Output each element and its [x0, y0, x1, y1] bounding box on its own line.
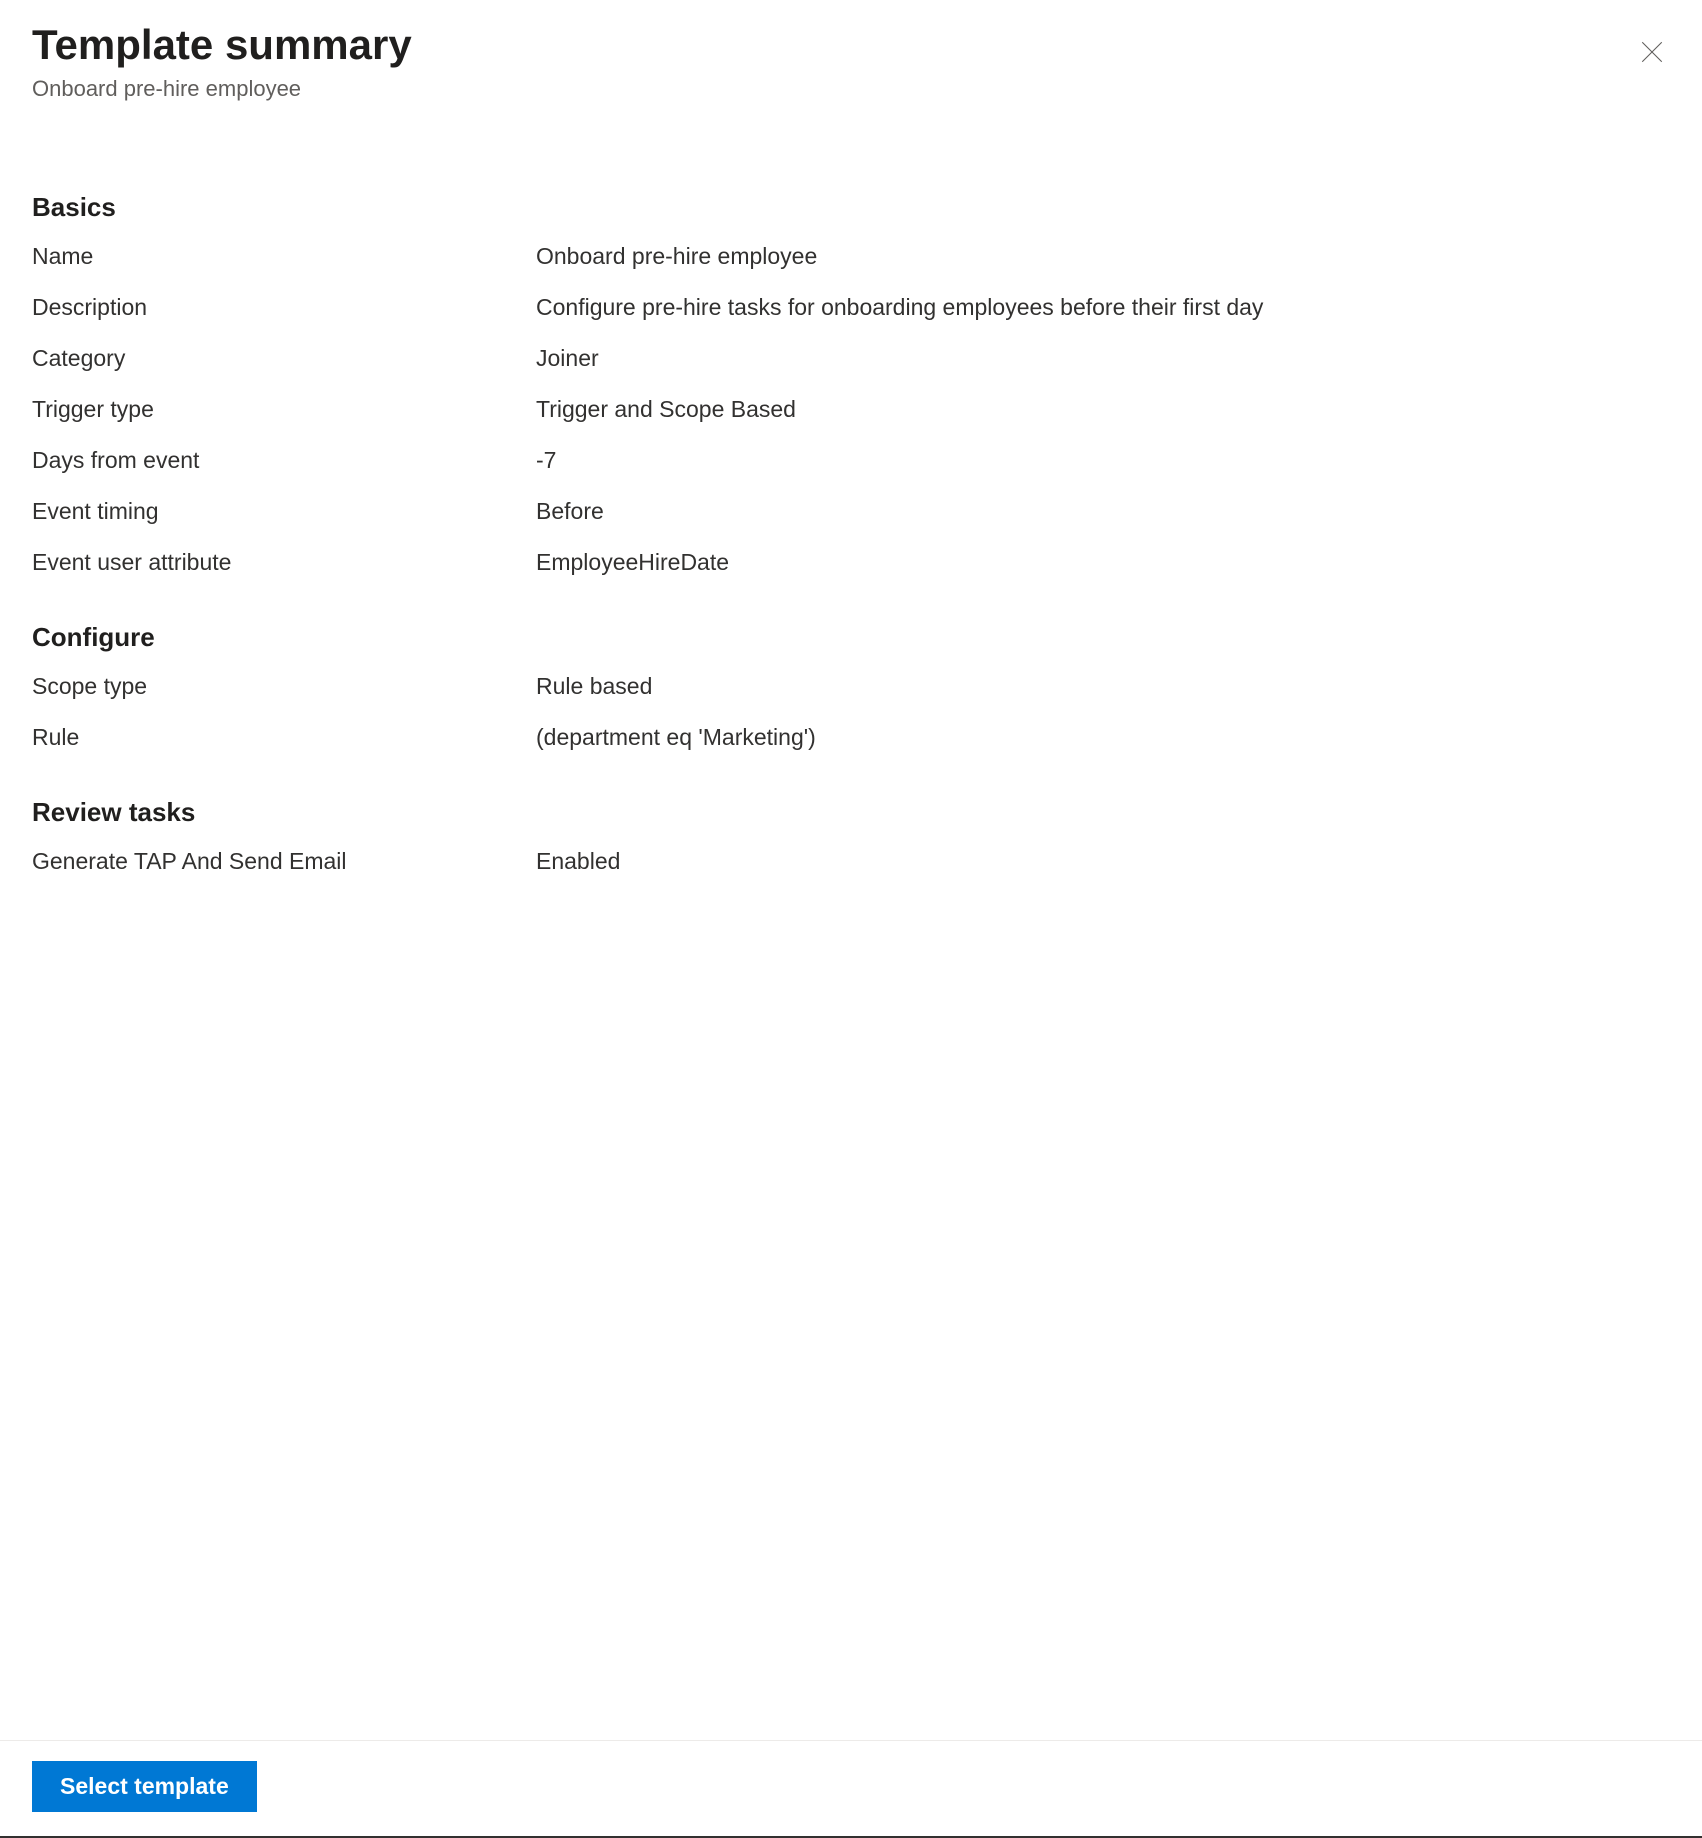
panel-header: Template summary Onboard pre-hire employ… — [32, 20, 1670, 102]
panel-content: Basics Name Onboard pre-hire employee De… — [32, 192, 1670, 1740]
panel-title: Template summary — [32, 20, 1670, 70]
row-label: Rule — [32, 724, 536, 751]
row-value: EmployeeHireDate — [536, 549, 729, 576]
close-button[interactable] — [1636, 36, 1668, 68]
row-rule: Rule (department eq 'Marketing') — [32, 724, 1670, 751]
row-value: Before — [536, 498, 604, 525]
row-value: -7 — [536, 447, 556, 474]
row-event-user-attribute: Event user attribute EmployeeHireDate — [32, 549, 1670, 576]
row-value: Rule based — [536, 673, 652, 700]
row-category: Category Joiner — [32, 345, 1670, 372]
row-trigger-type: Trigger type Trigger and Scope Based — [32, 396, 1670, 423]
row-value: Onboard pre-hire employee — [536, 243, 817, 270]
row-generate-tap: Generate TAP And Send Email Enabled — [32, 848, 1670, 875]
row-description: Description Configure pre-hire tasks for… — [32, 294, 1670, 321]
row-label: Trigger type — [32, 396, 536, 423]
section-basics: Basics Name Onboard pre-hire employee De… — [32, 192, 1670, 576]
section-configure: Configure Scope type Rule based Rule (de… — [32, 622, 1670, 751]
row-label: Days from event — [32, 447, 536, 474]
row-label: Description — [32, 294, 536, 321]
section-heading-configure: Configure — [32, 622, 1670, 653]
select-template-button[interactable]: Select template — [32, 1761, 257, 1812]
section-review-tasks: Review tasks Generate TAP And Send Email… — [32, 797, 1670, 875]
row-value: Enabled — [536, 848, 620, 875]
row-label: Category — [32, 345, 536, 372]
row-label: Event user attribute — [32, 549, 536, 576]
row-value: Trigger and Scope Based — [536, 396, 796, 423]
row-label: Name — [32, 243, 536, 270]
close-icon — [1639, 39, 1665, 65]
row-label: Generate TAP And Send Email — [32, 848, 536, 875]
panel-subtitle: Onboard pre-hire employee — [32, 76, 1670, 102]
row-days-from-event: Days from event -7 — [32, 447, 1670, 474]
row-value: Joiner — [536, 345, 599, 372]
row-scope-type: Scope type Rule based — [32, 673, 1670, 700]
row-event-timing: Event timing Before — [32, 498, 1670, 525]
row-name: Name Onboard pre-hire employee — [32, 243, 1670, 270]
row-label: Scope type — [32, 673, 536, 700]
row-value: Configure pre-hire tasks for onboarding … — [536, 294, 1263, 321]
panel-footer: Select template — [0, 1740, 1702, 1838]
section-heading-review-tasks: Review tasks — [32, 797, 1670, 828]
row-label: Event timing — [32, 498, 536, 525]
row-value: (department eq 'Marketing') — [536, 724, 816, 751]
section-heading-basics: Basics — [32, 192, 1670, 223]
